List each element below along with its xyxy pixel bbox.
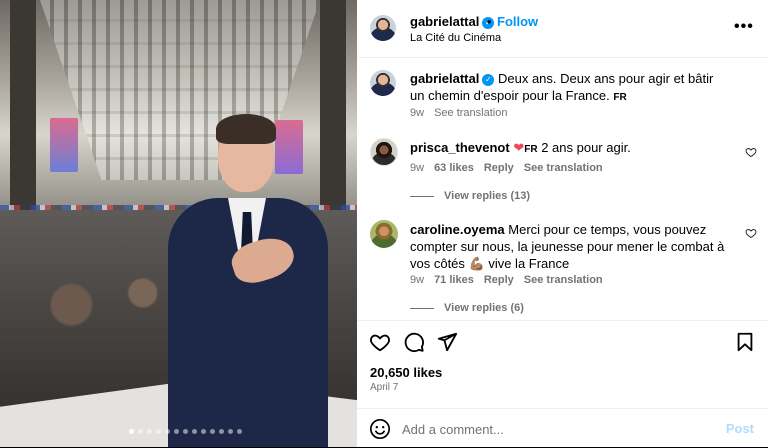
likes-count[interactable]: 20,650 likes [370, 365, 442, 380]
language-tag: FR [613, 92, 627, 103]
post-modal: gabrielattal ✓ • Follow La Cité du Cinéma… [0, 0, 768, 447]
comment-input[interactable] [402, 419, 702, 439]
carousel-dot[interactable] [138, 429, 143, 434]
see-translation-link[interactable]: See translation [524, 162, 603, 174]
carousel-dot[interactable] [192, 429, 197, 434]
carousel-dot[interactable] [147, 429, 152, 434]
reply-button[interactable]: Reply [484, 274, 514, 286]
post-header: gabrielattal ✓ • Follow La Cité du Cinéma… [357, 0, 768, 58]
language-tag: FR [524, 144, 538, 155]
avatar[interactable] [370, 70, 396, 96]
caption-username[interactable]: gabrielattal [410, 71, 479, 86]
caption-age: 9w [410, 107, 425, 119]
carousel-dot[interactable] [183, 429, 188, 434]
location-link[interactable]: La Cité du Cinéma [410, 32, 501, 44]
heart-emoji: ❤ [513, 140, 525, 155]
comment-username[interactable]: prisca_thevenot [410, 140, 510, 155]
bookmark-icon[interactable] [734, 331, 756, 353]
see-translation-link[interactable]: See translation [434, 107, 507, 119]
carousel-dot[interactable] [165, 429, 170, 434]
more-horizontal-icon[interactable]: ••• [734, 18, 754, 36]
comment: caroline.oyema Merci pour ce temps, vous… [410, 221, 740, 272]
comment: prisca_thevenot ❤FR 2 ans pour agir. [410, 139, 730, 158]
avatar[interactable] [370, 220, 398, 248]
verified-badge-icon: ✓ [482, 74, 495, 86]
avatar[interactable] [370, 138, 398, 166]
view-replies-label: View replies (6) [444, 302, 524, 314]
carousel-dot[interactable] [129, 429, 134, 434]
comment-age: 9w [410, 274, 425, 286]
comment-likes[interactable]: 63 likes [434, 162, 474, 174]
carousel-dot[interactable] [237, 429, 242, 434]
divider-line [410, 195, 434, 197]
hall-pillar [10, 0, 36, 240]
comment-bubble-icon[interactable] [403, 331, 425, 353]
carousel-dot[interactable] [156, 429, 161, 434]
caption: gabrielattal ✓ Deux ans. Deux ans pour ag… [410, 70, 730, 106]
share-send-icon[interactable] [436, 331, 458, 353]
comment-age: 9w [410, 162, 425, 174]
see-translation-link[interactable]: See translation [524, 274, 603, 286]
comment-username[interactable]: caroline.oyema [410, 222, 505, 237]
like-heart-icon[interactable] [369, 331, 391, 353]
comment-meta: 9w 63 likes Reply See translation [410, 162, 603, 174]
carousel-indicator [129, 429, 242, 434]
comment-likes[interactable]: 71 likes [434, 274, 474, 286]
divider-line [410, 307, 434, 309]
post-comment-button[interactable]: Post [726, 421, 754, 436]
carousel-dot[interactable] [174, 429, 179, 434]
comment-meta: 9w 71 likes Reply See translation [410, 274, 603, 286]
view-replies-button[interactable]: View replies (13) [410, 190, 530, 202]
carousel-dot[interactable] [228, 429, 233, 434]
carousel-dot[interactable] [201, 429, 206, 434]
like-comment-heart-icon[interactable] [745, 227, 757, 239]
avatar[interactable] [370, 15, 396, 41]
post-actions: 20,650 likes April 7 Post [357, 320, 768, 447]
emoji-smile-icon[interactable] [369, 418, 391, 440]
caption-meta: 9w See translation [410, 107, 507, 119]
reply-button[interactable]: Reply [484, 162, 514, 174]
comment-composer: Post [357, 408, 768, 448]
post-date[interactable]: April 7 [370, 382, 398, 393]
follow-button[interactable]: Follow [497, 14, 538, 29]
person-speaker [168, 114, 328, 447]
post-photo[interactable] [0, 0, 357, 447]
post-details-panel: gabrielattal ✓ • Follow La Cité du Cinéma… [357, 0, 768, 447]
separator: • [487, 14, 492, 29]
carousel-dot[interactable] [219, 429, 224, 434]
comment-text: 2 ans pour agir. [541, 140, 631, 155]
carousel-dot[interactable] [210, 429, 215, 434]
author-username[interactable]: gabrielattal ✓ [410, 14, 495, 29]
event-banner [50, 118, 78, 172]
like-comment-heart-icon[interactable] [745, 146, 757, 158]
view-replies-label: View replies (13) [444, 190, 531, 202]
view-replies-button[interactable]: View replies (6) [410, 302, 524, 314]
